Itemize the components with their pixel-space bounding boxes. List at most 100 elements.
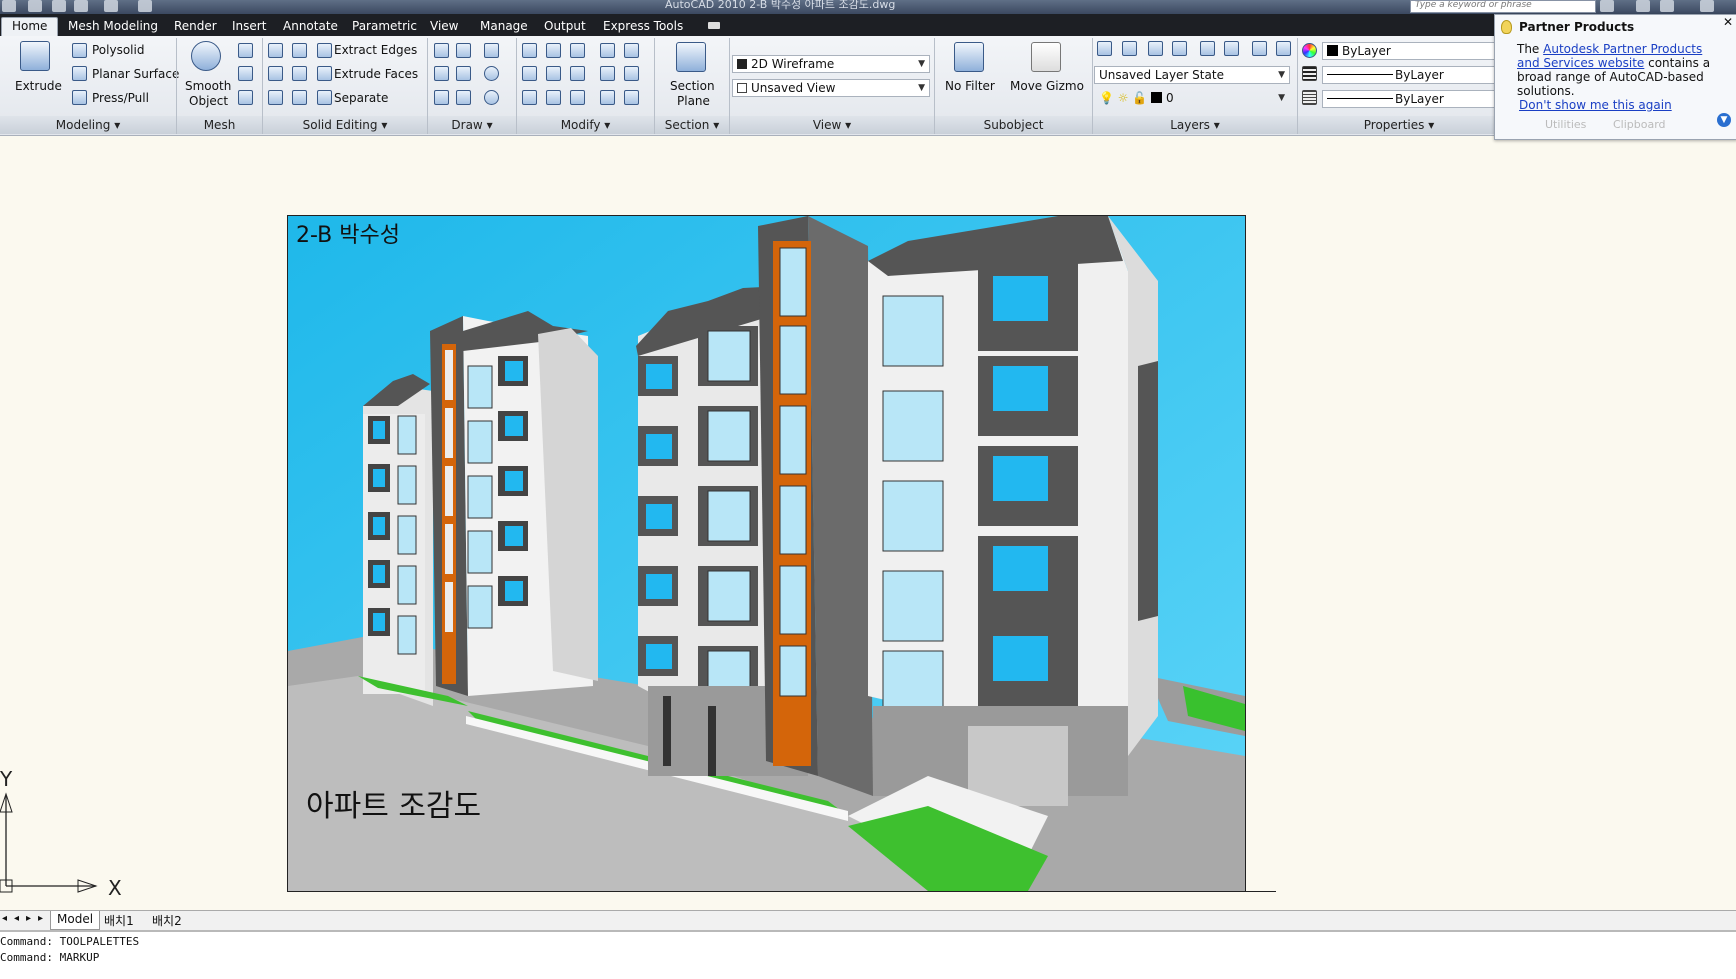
3d-move-icon[interactable] bbox=[546, 90, 561, 105]
interfere-icon[interactable] bbox=[292, 66, 307, 81]
favorites-star-icon[interactable] bbox=[1660, 0, 1674, 12]
section-plane-label-2[interactable]: Plane bbox=[677, 94, 710, 108]
ray-icon[interactable] bbox=[456, 66, 471, 81]
search-icon[interactable] bbox=[1600, 0, 1614, 12]
layer-properties-icon[interactable] bbox=[1097, 41, 1112, 56]
line-icon[interactable] bbox=[434, 43, 449, 58]
linetype-dropdown[interactable]: ByLayer bbox=[1322, 66, 1498, 84]
last-layout-icon[interactable]: ▸ bbox=[38, 913, 43, 924]
mesh-refine-icon[interactable] bbox=[238, 66, 253, 81]
erase-icon[interactable] bbox=[600, 90, 615, 105]
first-layout-icon[interactable]: ◂ bbox=[2, 913, 7, 924]
layer-walk-icon[interactable] bbox=[1200, 41, 1215, 56]
union-icon[interactable] bbox=[268, 43, 283, 58]
rectangle-icon[interactable] bbox=[456, 90, 471, 105]
panel-title-solid-editing[interactable]: Solid Editing ▾ bbox=[263, 116, 428, 134]
no-filter-button[interactable]: No Filter bbox=[945, 79, 995, 93]
extrude-button[interactable]: Extrude bbox=[15, 79, 62, 93]
3d-align-icon[interactable] bbox=[522, 66, 537, 81]
chamfer-icon[interactable] bbox=[624, 66, 639, 81]
panel-title-modify[interactable]: Modify ▾ bbox=[517, 116, 655, 134]
extract-edges-button[interactable]: Extract Edges bbox=[334, 43, 417, 57]
3d-rotate-icon[interactable] bbox=[546, 43, 561, 58]
ellipse-icon[interactable] bbox=[484, 90, 499, 105]
panel-title-subobject[interactable]: Subobject bbox=[935, 116, 1093, 134]
intersect-icon[interactable] bbox=[268, 90, 283, 105]
thicken-icon[interactable] bbox=[292, 90, 307, 105]
layer-isolate-icon[interactable] bbox=[1148, 41, 1163, 56]
plot-icon[interactable] bbox=[138, 0, 152, 12]
panel-title-mesh[interactable]: Mesh bbox=[177, 116, 263, 134]
press-pull-button[interactable]: Press/Pull bbox=[92, 91, 149, 105]
extrude-icon[interactable] bbox=[20, 41, 50, 71]
separate-button[interactable]: Separate bbox=[334, 91, 388, 105]
search-input[interactable]: Type a keyword or phrase bbox=[1410, 0, 1596, 13]
tab-mesh-modeling[interactable]: Mesh Modeling bbox=[68, 19, 158, 33]
smooth-object-label-1[interactable]: Smooth bbox=[185, 79, 231, 93]
match-properties-icon[interactable] bbox=[624, 90, 639, 105]
smooth-object-icon[interactable] bbox=[191, 41, 221, 71]
tab-view[interactable]: View bbox=[430, 19, 458, 33]
tab-insert[interactable]: Insert bbox=[232, 19, 266, 33]
tab-home[interactable]: Home bbox=[1, 17, 59, 36]
close-icon[interactable]: ✕ bbox=[1723, 15, 1733, 29]
layer-off-icon[interactable] bbox=[1172, 41, 1187, 56]
move-icon[interactable] bbox=[570, 43, 585, 58]
polysolid-button[interactable]: Polysolid bbox=[92, 43, 144, 57]
panel-title-layers[interactable]: Layers ▾ bbox=[1093, 116, 1298, 134]
trim-icon[interactable] bbox=[522, 43, 537, 58]
communication-icon[interactable] bbox=[1636, 0, 1650, 12]
smooth-object-label-2[interactable]: Object bbox=[189, 94, 228, 108]
tab-layout2[interactable]: 배치2 bbox=[152, 912, 182, 929]
current-layer-dropdown[interactable]: 💡 ☼ 🔓 0 ▼ bbox=[1094, 89, 1290, 107]
tab-parametric[interactable]: Parametric bbox=[352, 19, 417, 33]
tab-express-tools[interactable]: Express Tools bbox=[603, 19, 683, 33]
panel-title-draw[interactable]: Draw ▾ bbox=[428, 116, 517, 134]
section-plane-label-1[interactable]: Section bbox=[670, 79, 715, 93]
mesh-smooth-more-icon[interactable] bbox=[238, 43, 253, 58]
new-icon[interactable] bbox=[2, 0, 16, 12]
scale-icon[interactable] bbox=[600, 66, 615, 81]
layer-states-icon[interactable] bbox=[1122, 41, 1137, 56]
arc-icon[interactable] bbox=[484, 43, 499, 58]
layer-freeze-icon[interactable] bbox=[1252, 41, 1267, 56]
redo-icon[interactable] bbox=[104, 0, 118, 12]
minimize-ribbon-icon[interactable] bbox=[708, 22, 720, 29]
layer-match-icon[interactable] bbox=[1224, 41, 1239, 56]
3d-array-icon[interactable] bbox=[522, 90, 537, 105]
tab-output[interactable]: Output bbox=[544, 19, 586, 33]
circle-icon[interactable] bbox=[484, 66, 499, 81]
planar-surface-button[interactable]: Planar Surface bbox=[92, 67, 179, 81]
panel-title-view[interactable]: View ▾ bbox=[730, 116, 935, 134]
tab-annotate[interactable]: Annotate bbox=[283, 19, 338, 33]
mesh-crease-icon[interactable] bbox=[238, 90, 253, 105]
explode-icon[interactable] bbox=[624, 43, 639, 58]
next-layout-icon[interactable]: ▸ bbox=[26, 913, 31, 924]
panel-title-section[interactable]: Section ▾ bbox=[655, 116, 730, 134]
tab-manage[interactable]: Manage bbox=[480, 19, 528, 33]
tab-render[interactable]: Render bbox=[174, 19, 217, 33]
offset-icon[interactable] bbox=[570, 90, 585, 105]
polyline-icon[interactable] bbox=[456, 43, 471, 58]
color-dropdown[interactable]: ByLayer bbox=[1322, 42, 1498, 60]
prev-layout-icon[interactable]: ◂ bbox=[14, 913, 19, 924]
visual-style-dropdown[interactable]: 2D Wireframe ▼ bbox=[732, 55, 930, 73]
move-gizmo-button[interactable]: Move Gizmo bbox=[1010, 79, 1084, 93]
named-view-dropdown[interactable]: Unsaved View ▼ bbox=[732, 79, 930, 97]
spline-icon[interactable] bbox=[434, 66, 449, 81]
help-icon[interactable] bbox=[1700, 0, 1714, 12]
command-line[interactable]: Command: TOOLPALETTES Command: MARKUP bbox=[0, 930, 1736, 979]
undo-icon[interactable] bbox=[74, 0, 88, 12]
tab-layout1[interactable]: 배치1 bbox=[104, 912, 134, 929]
extrude-faces-button[interactable]: Extrude Faces bbox=[334, 67, 418, 81]
slice-icon[interactable] bbox=[292, 43, 307, 58]
rendered-viewport[interactable]: 2-B 박수성 아파트 조감도 bbox=[287, 215, 1246, 892]
3d-mirror-icon[interactable] bbox=[546, 66, 561, 81]
no-filter-icon[interactable] bbox=[954, 42, 984, 72]
panel-title-modeling[interactable]: Modeling ▾ bbox=[0, 116, 177, 134]
fillet-icon[interactable] bbox=[600, 43, 615, 58]
tab-model[interactable]: Model bbox=[50, 911, 101, 930]
expand-down-icon[interactable]: ▼ bbox=[1717, 113, 1731, 127]
layer-lock-icon[interactable] bbox=[1276, 41, 1291, 56]
dont-show-again-link[interactable]: Don't show me this again bbox=[1519, 98, 1672, 112]
